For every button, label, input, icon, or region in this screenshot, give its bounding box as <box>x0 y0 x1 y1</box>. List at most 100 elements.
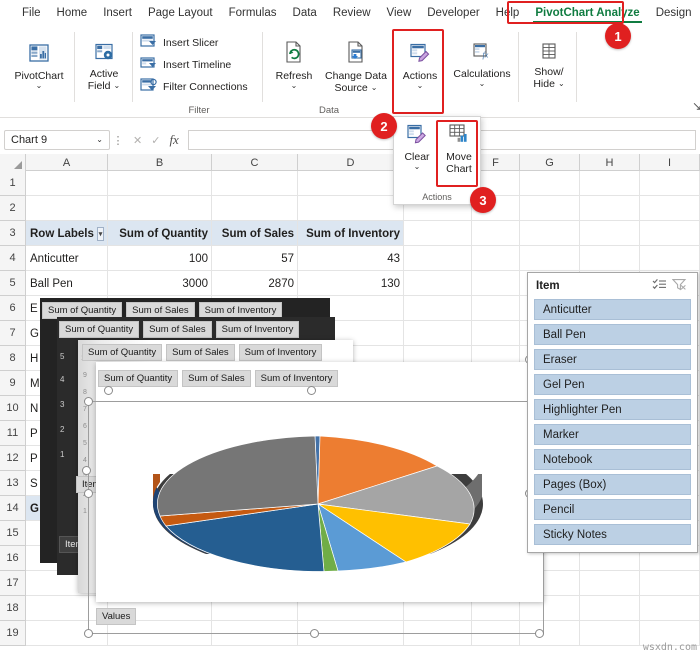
formula-bar-menu-icon[interactable]: ⋮ <box>110 134 126 147</box>
chart-resize-handle-top-left[interactable] <box>84 397 93 406</box>
cell-d5[interactable]: 130 <box>298 271 404 296</box>
chevron-down-icon[interactable]: ⌄ <box>414 163 421 171</box>
tab-review[interactable]: Review <box>325 4 379 22</box>
move-chart-button[interactable]: Move Chart <box>438 123 480 175</box>
row-header-9[interactable]: 9 <box>0 371 25 396</box>
field-button-sum-sales[interactable]: Sum of Sales <box>143 321 212 338</box>
slicer-item-gel-pen[interactable]: Gel Pen <box>534 374 691 395</box>
row-header-14[interactable]: 14 <box>0 496 25 521</box>
row-header-4[interactable]: 4 <box>0 246 25 271</box>
chevron-down-icon[interactable]: ⌄ <box>558 80 565 88</box>
chart-resize-handle-bottom-left[interactable] <box>84 629 93 638</box>
pivotchart-button[interactable]: PivotChart ⌄ <box>4 42 74 90</box>
slicer-item-sticky-notes[interactable]: Sticky Notes <box>534 524 691 545</box>
show-hide-button[interactable]: Show/ Hide ⌄ <box>522 42 576 90</box>
chart-resize-handle-left-middle[interactable] <box>84 489 93 498</box>
cell-c3-sum-sales[interactable]: Sum of Sales <box>212 221 298 246</box>
cell-a5[interactable]: Ball Pen <box>26 271 108 296</box>
column-header-c[interactable]: C <box>212 154 298 171</box>
row-header-12[interactable]: 12 <box>0 446 25 471</box>
cell-a4[interactable]: Anticutter <box>26 246 108 271</box>
row-header-1[interactable]: 1 <box>0 171 25 196</box>
chevron-down-icon[interactable]: ⌄ <box>36 82 43 90</box>
row-header-8[interactable]: 8 <box>0 346 25 371</box>
pie-chart-3d[interactable] <box>150 392 486 588</box>
row-header-17[interactable]: 17 <box>0 571 25 596</box>
slicer-item-eraser[interactable]: Eraser <box>534 349 691 370</box>
tab-home[interactable]: Home <box>49 4 96 22</box>
cell-d3-sum-inventory[interactable]: Sum of Inventory <box>298 221 404 246</box>
tab-developer[interactable]: Developer <box>419 4 487 22</box>
row-header-2[interactable]: 2 <box>0 196 25 221</box>
tab-help[interactable]: Help <box>488 4 528 22</box>
row-header-16[interactable]: 16 <box>0 546 25 571</box>
row-header-7[interactable]: 7 <box>0 321 25 346</box>
row-header-3[interactable]: 3 <box>0 221 25 246</box>
field-button-sum-sales[interactable]: Sum of Sales <box>166 344 235 361</box>
slicer-item-highlighter-pen[interactable]: Highlighter Pen <box>534 399 691 420</box>
row-header-18[interactable]: 18 <box>0 596 25 621</box>
change-data-source-button[interactable]: Change Data Source ⌄ <box>322 40 390 94</box>
name-box[interactable]: Chart 9 ⌄ <box>4 130 110 150</box>
item-slicer[interactable]: Item Anticutter Ball Pen Eraser Gel Pen … <box>527 272 698 553</box>
row-header-15[interactable]: 15 <box>0 521 25 546</box>
slicer-item-ball-pen[interactable]: Ball Pen <box>534 324 691 345</box>
cell-b5[interactable]: 3000 <box>108 271 212 296</box>
cell-b4[interactable]: 100 <box>108 246 212 271</box>
tab-insert[interactable]: Insert <box>95 4 140 22</box>
field-button-values[interactable]: Values <box>96 608 137 625</box>
select-all-corner[interactable] <box>0 154 26 171</box>
field-button-sum-quantity[interactable]: Sum of Quantity <box>82 344 163 361</box>
insert-slicer-button[interactable]: Insert Slicer <box>140 34 218 52</box>
actions-button[interactable]: Actions ⌄ <box>396 42 444 90</box>
tab-data[interactable]: Data <box>285 4 325 22</box>
filter-connections-button[interactable]: Filter Connections <box>140 78 248 96</box>
tab-design[interactable]: Design <box>648 4 700 22</box>
tab-pivotchart-analyze[interactable]: PivotChart Analyze <box>527 4 647 23</box>
field-button-sum-inventory[interactable]: Sum of Inventory <box>254 370 339 387</box>
row-header-6[interactable]: 6 <box>0 296 25 321</box>
chevron-down-icon[interactable]: ⌄ <box>479 80 486 88</box>
multi-select-icon[interactable] <box>649 278 669 294</box>
row-header-13[interactable]: 13 <box>0 471 25 496</box>
slicer-item-anticutter[interactable]: Anticutter <box>534 299 691 320</box>
tab-page-layout[interactable]: Page Layout <box>140 4 221 22</box>
row-header-19[interactable]: 19 <box>0 621 25 646</box>
column-header-i[interactable]: I <box>640 154 700 171</box>
row-header-11[interactable]: 11 <box>0 421 25 446</box>
row-header-5[interactable]: 5 <box>0 271 25 296</box>
field-button-sum-quantity[interactable]: Sum of Quantity <box>98 370 179 387</box>
ghost-handle-top-left[interactable] <box>104 386 113 395</box>
clear-filter-icon[interactable] <box>669 278 689 294</box>
chevron-down-icon[interactable]: ⌄ <box>96 136 103 144</box>
column-header-d[interactable]: D <box>298 154 404 171</box>
field-button-sum-sales[interactable]: Sum of Sales <box>182 370 251 387</box>
column-header-b[interactable]: B <box>108 154 212 171</box>
slicer-item-marker[interactable]: Marker <box>534 424 691 445</box>
field-button-sum-inventory[interactable]: Sum of Inventory <box>238 344 323 361</box>
chevron-down-icon[interactable]: ⌄ <box>417 82 424 90</box>
cancel-icon[interactable]: ✕ <box>133 134 142 147</box>
ghost-handle-left[interactable] <box>82 466 91 475</box>
slicer-item-pages-box[interactable]: Pages (Box) <box>534 474 691 495</box>
chevron-down-icon[interactable]: ⌄ <box>371 84 378 92</box>
enter-icon[interactable]: ✓ <box>151 134 160 147</box>
slicer-item-pencil[interactable]: Pencil <box>534 499 691 520</box>
tab-view[interactable]: View <box>379 4 420 22</box>
insert-function-icon[interactable]: fx <box>169 132 178 148</box>
calculations-button[interactable]: fx Calculations ⌄ <box>446 42 518 88</box>
tab-file[interactable]: File <box>14 4 49 22</box>
cell-c4[interactable]: 57 <box>212 246 298 271</box>
field-button-sum-quantity[interactable]: Sum of Quantity <box>59 321 140 338</box>
chevron-down-icon[interactable]: ⌄ <box>291 82 298 90</box>
ghost-handle-top-right[interactable] <box>307 386 316 395</box>
row-labels-filter-button[interactable]: ▾ <box>96 226 104 241</box>
refresh-button[interactable]: Refresh ⌄ <box>268 40 320 90</box>
insert-timeline-button[interactable]: Insert Timeline <box>140 56 231 74</box>
cell-b3-sum-quantity[interactable]: Sum of Quantity <box>108 221 212 246</box>
tab-formulas[interactable]: Formulas <box>221 4 285 22</box>
clear-button[interactable]: Clear ⌄ <box>396 123 438 171</box>
chart-resize-handle-bottom-right[interactable] <box>535 629 544 638</box>
cell-a3-row-labels[interactable]: Row Labels ▾ <box>26 221 108 246</box>
column-header-h[interactable]: H <box>580 154 640 171</box>
